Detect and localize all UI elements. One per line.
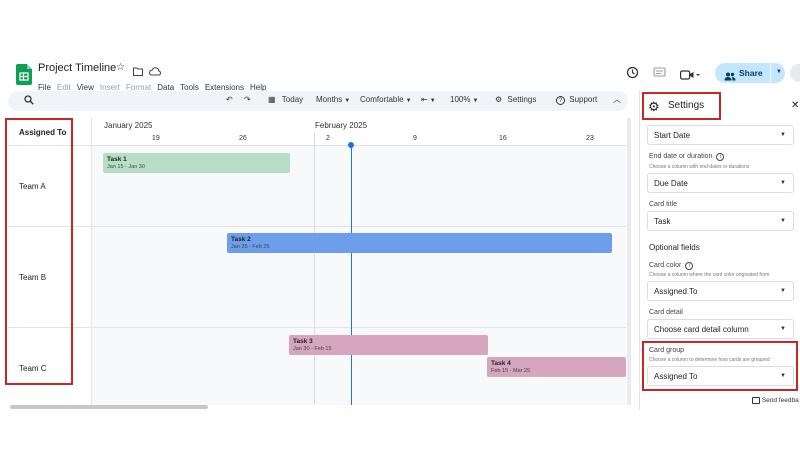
card-color-value: Assigned To [654,287,698,296]
collapse-rows-icon[interactable]: ⇤ ▼ [421,95,436,104]
settings-button[interactable]: ⚙ Settings [495,95,536,104]
task-card[interactable]: Task 1 Jan 15 - Jan 30 [103,153,290,173]
chevron-down-icon: ▼ [344,98,351,104]
annotation-highlight-group-column [5,118,73,385]
end-date-select[interactable]: Due Date ▼ [647,173,794,193]
task-name: Task 1 [107,156,127,163]
today-button[interactable]: ▦ Today [268,95,303,104]
gear-icon: ⚙ [495,95,503,104]
calendar-icon: ▦ [268,95,276,104]
share-dropdown-icon[interactable]: ▼ [776,69,782,75]
start-date-select[interactable]: Start Date ▼ [647,125,794,145]
vertical-scrollbar[interactable] [627,118,631,405]
task-dates: Jan 25 - Feb 25 [231,244,270,250]
day-tick: 2 [326,135,330,142]
history-icon[interactable] [626,66,639,84]
chevron-down-icon: ▼ [780,218,786,224]
chevron-down-icon: ▼ [405,98,412,104]
task-dates: Jan 15 - Jan 30 [107,164,145,170]
today-marker-line [350,146,352,405]
card-title-label: Card title [649,201,678,208]
support-button[interactable]: ? Support [556,95,597,105]
people-icon [724,68,736,86]
task-card[interactable]: Task 4 Feb 15 - Mar 25 [487,357,626,377]
timeline-toolbar: ↶ ↷ ▦ Today Months ▼ Comfortable ▼ ⇤ ▼ 100%… [8,91,628,111]
month-label-january: January 2025 [104,121,153,130]
info-icon[interactable]: i [716,153,725,161]
task-name: Task 4 [491,360,511,367]
annotation-highlight-settings-title [642,92,721,120]
card-color-label: Card color i [649,262,694,270]
send-feedback-label: Send feedba [761,397,799,405]
help-icon: ? [556,96,565,105]
comment-icon[interactable] [653,66,666,84]
day-tick: 26 [239,135,247,142]
feedback-icon [752,397,760,404]
chevron-down-icon: ▼ [780,326,786,332]
density-dropdown[interactable]: Comfortable ▼ [360,95,412,104]
info-icon[interactable]: i [685,262,694,270]
optional-fields-heading: Optional fields [649,243,700,252]
task-dates: Jan 30 - Feb 15 [293,346,332,352]
end-date-value: Due Date [654,179,688,188]
today-label: Today [281,95,304,104]
end-date-label-text: End date or duration [649,153,713,160]
density-label: Comfortable [360,95,404,104]
sheets-logo-icon[interactable] [16,64,32,85]
send-feedback-link[interactable]: Send feedba [752,397,799,404]
day-tick: 16 [499,135,507,142]
card-title-value: Task [654,217,671,226]
task-name: Task 2 [231,236,251,243]
month-label-february: February 2025 [315,121,368,130]
horizontal-scrollbar[interactable] [10,405,208,409]
search-icon[interactable] [24,95,34,107]
chevron-down-icon: ▼ [780,180,786,186]
undo-icon[interactable]: ↶ [226,95,233,104]
day-tick: 19 [152,135,160,142]
support-label: Support [569,95,598,104]
share-label: Share [739,68,763,78]
task-dates: Feb 15 - Mar 25 [491,368,531,374]
settings-label: Settings [507,95,537,104]
chevron-down-icon: ▼ [472,98,479,104]
task-name: Task 3 [293,338,313,345]
end-date-label: End date or duration i [649,153,725,161]
day-tick: 23 [586,135,594,142]
close-icon[interactable]: ✕ [791,100,799,111]
share-button[interactable]: Share ▼ [715,63,785,83]
card-detail-select[interactable]: Choose card detail column ▼ [647,319,794,339]
card-detail-label: Card detail [649,309,683,316]
end-date-hint: Choose a column with end dates or durati… [649,164,750,170]
card-color-select[interactable]: Assigned To ▼ [647,281,794,301]
star-icon[interactable]: ☆ [116,62,125,73]
annotation-highlight-card-group [642,341,798,391]
card-detail-value: Choose card detail column [654,325,749,334]
card-color-hint: Choose a column where the card color ori… [649,272,770,278]
video-call-icon[interactable] [680,67,700,85]
document-title[interactable]: Project Timeline [38,62,116,74]
zoom-label: 100% [450,95,471,104]
task-card[interactable]: Task 2 Jan 25 - Feb 25 [227,233,612,253]
chevron-down-icon: ▼ [780,132,786,138]
start-date-value: Start Date [654,131,691,140]
task-card[interactable]: Task 3 Jan 30 - Feb 15 [289,335,488,355]
collapse-toolbar-icon[interactable]: ︿ [613,94,621,105]
zoom-dropdown[interactable]: 100% ▼ [450,95,478,104]
chevron-down-icon: ▼ [780,288,786,294]
card-title-select[interactable]: Task ▼ [647,211,794,231]
months-dropdown[interactable]: Months ▼ [316,95,350,104]
card-color-label-text: Card color [649,262,682,269]
avatar[interactable] [790,64,800,82]
redo-icon[interactable]: ↷ [244,95,251,104]
months-label: Months [316,95,343,104]
day-tick: 9 [413,135,417,142]
